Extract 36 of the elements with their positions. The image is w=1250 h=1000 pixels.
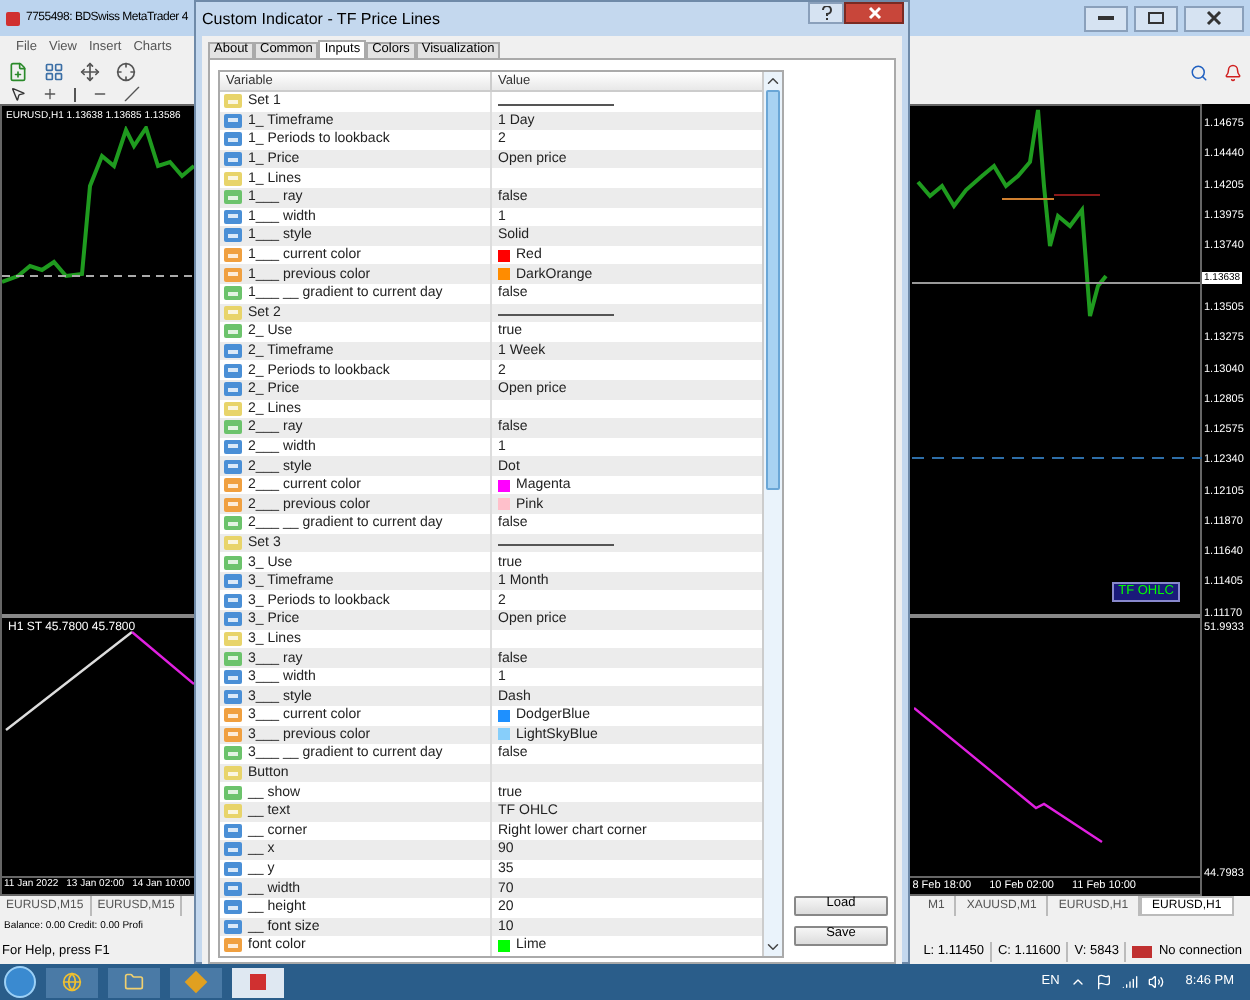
app-logo-icon — [250, 974, 266, 990]
search-icon[interactable] — [1190, 63, 1208, 81]
trend-line-icon[interactable] — [124, 86, 140, 102]
close-button[interactable] — [844, 2, 904, 24]
taskbar-app-button[interactable] — [46, 967, 98, 997]
pointer-icon[interactable] — [10, 86, 26, 102]
vertical-line-icon[interactable] — [74, 87, 76, 101]
new-chart-icon[interactable] — [8, 62, 28, 82]
crosshair-icon[interactable] — [116, 62, 136, 82]
taskbar-app-button[interactable] — [108, 967, 160, 997]
scroll-up-icon[interactable] — [764, 72, 782, 90]
taskbar-app-button[interactable] — [170, 967, 222, 997]
folder-icon — [124, 972, 144, 992]
crosshair-tool-icon[interactable] — [42, 86, 58, 102]
dialog-title: Custom Indicator - TF Price Lines — [202, 7, 441, 31]
close-button[interactable] — [1184, 5, 1244, 31]
start-button[interactable] — [4, 966, 36, 998]
close-icon — [867, 6, 881, 20]
help-button[interactable] — [808, 2, 844, 24]
scrollbar[interactable] — [762, 72, 782, 956]
close-icon — [1206, 10, 1222, 26]
taskbar-app-button[interactable] — [232, 967, 284, 997]
notification-icon[interactable] — [1224, 63, 1242, 81]
move-icon[interactable] — [80, 62, 100, 82]
browser-icon — [62, 972, 82, 992]
connection-icon — [1132, 946, 1153, 958]
tray-expand-icon[interactable] — [1069, 974, 1086, 990]
app-logo-icon — [6, 11, 20, 25]
speaker-icon[interactable] — [1147, 974, 1164, 990]
network-icon[interactable] — [1121, 974, 1138, 990]
maximize-button[interactable] — [1134, 5, 1178, 31]
help-icon — [821, 6, 831, 20]
profiles-icon[interactable] — [44, 62, 64, 82]
minimize-button[interactable] — [1084, 5, 1128, 31]
flag-icon[interactable] — [1095, 974, 1112, 990]
app-icon — [184, 970, 208, 994]
